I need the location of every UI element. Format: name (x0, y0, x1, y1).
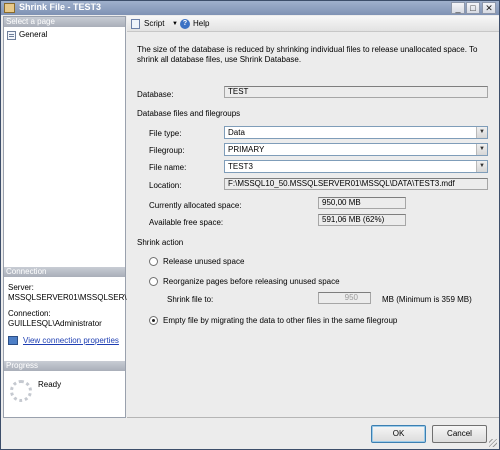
chevron-down-icon: ▼ (172, 21, 178, 27)
script-button[interactable]: Script ▼ (131, 18, 179, 30)
files-group-label: Database files and filegroups (137, 109, 241, 118)
reorganize-label[interactable]: Reorganize pages before releasing unused… (163, 277, 340, 286)
shrink-to-value: 950 (344, 293, 358, 302)
allocated-field: 950,00 MB (318, 197, 406, 209)
maximize-button[interactable]: □ (466, 2, 480, 14)
shrink-to-label: Shrink file to: (167, 295, 214, 304)
connection-value: GUILLESQL\Administrator (8, 319, 102, 328)
minimize-button[interactable]: _ (451, 2, 465, 14)
location-field: F:\MSSQL10_50.MSSQLSERVER01\MSSQL\DATA\T… (224, 178, 488, 190)
release-unused-label[interactable]: Release unused space (163, 257, 244, 266)
connection-header: Connection (4, 267, 125, 277)
cancel-button[interactable]: Cancel (432, 425, 487, 443)
chevron-down-icon[interactable]: ▼ (476, 127, 487, 138)
server-label: Server: (8, 283, 34, 292)
shrink-to-field[interactable]: 950 (318, 292, 371, 304)
free-space-label: Available free space: (149, 218, 224, 227)
divider (127, 417, 499, 418)
database-field: TEST (224, 86, 488, 98)
file-type-value: Data (228, 128, 245, 137)
file-type-label: File type: (149, 129, 182, 138)
shrink-file-dialog: Shrink File - TEST3 _ □ ✕ Select a page … (0, 0, 500, 450)
free-space-field: 591,06 MB (62%) (318, 214, 406, 226)
file-name-select[interactable]: TEST3 ▼ (224, 160, 488, 173)
shrink-action-label: Shrink action (137, 238, 184, 247)
ok-button[interactable]: OK (371, 425, 426, 443)
connection-label: Connection: (8, 309, 51, 318)
help-button[interactable]: ? Help (180, 18, 210, 30)
empty-file-radio[interactable] (149, 316, 158, 325)
file-name-label: File name: (149, 163, 187, 172)
chevron-down-icon[interactable]: ▼ (476, 161, 487, 172)
left-pane: Select a page General Connection Server:… (3, 16, 127, 418)
script-icon (131, 19, 140, 29)
select-page-header: Select a page (4, 17, 125, 27)
script-label: Script (144, 19, 165, 28)
location-label: Location: (149, 181, 182, 190)
properties-icon (8, 336, 18, 347)
reorganize-radio[interactable] (149, 277, 158, 286)
main-panel: The size of the database is reduced by s… (127, 33, 499, 418)
view-connection-properties-link[interactable]: View connection properties (23, 336, 119, 345)
description-text: The size of the database is reduced by s… (137, 45, 478, 64)
allocated-label: Currently allocated space: (149, 201, 242, 210)
filegroup-select[interactable]: PRIMARY ▼ (224, 143, 488, 156)
help-label: Help (193, 19, 210, 28)
filegroup-value: PRIMARY (228, 145, 265, 154)
chevron-down-icon[interactable]: ▼ (476, 144, 487, 155)
page-item-general[interactable]: General (6, 29, 123, 41)
window-title: Shrink File - TEST3 (19, 2, 102, 12)
server-value: MSSQLSERVER01\MSSQLSER\ (8, 293, 127, 302)
toolbar: Script ▼ ? Help (127, 16, 499, 32)
progress-status: Ready (38, 380, 62, 389)
help-icon: ? (180, 19, 190, 29)
file-name-value: TEST3 (228, 162, 253, 171)
database-label: Database: (137, 90, 174, 99)
filegroup-label: Filegroup: (149, 146, 185, 155)
database-icon (4, 3, 15, 13)
resize-grip-icon[interactable] (489, 439, 497, 447)
empty-file-label[interactable]: Empty file by migrating the data to othe… (163, 316, 397, 325)
progress-header: Progress (4, 361, 125, 371)
progress-spinner-icon (10, 380, 32, 402)
page-label: General (19, 30, 48, 39)
release-unused-radio[interactable] (149, 257, 158, 266)
close-button[interactable]: ✕ (482, 2, 496, 14)
shrink-to-unit: MB (Minimum is 359 MB) (382, 295, 472, 304)
file-type-select[interactable]: Data ▼ (224, 126, 488, 139)
title-bar: Shrink File - TEST3 _ □ ✕ (1, 1, 499, 15)
page-icon (7, 31, 16, 40)
